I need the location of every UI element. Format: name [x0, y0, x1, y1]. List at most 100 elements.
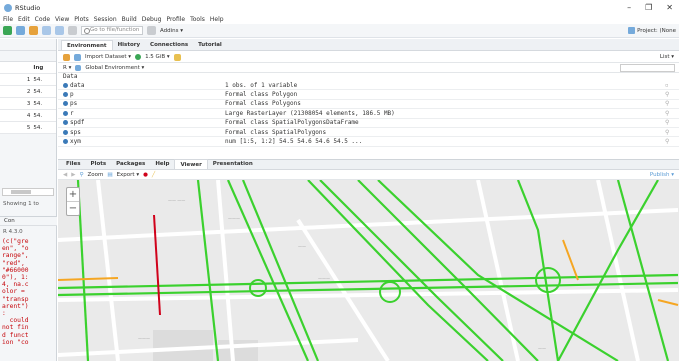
zoom-out-button[interactable]: −: [67, 202, 79, 216]
export-icon: ▤: [107, 171, 113, 178]
viewer-tabs: Files Plots Packages Help Viewer Present…: [58, 159, 679, 170]
broom-icon[interactable]: [173, 53, 181, 61]
environment-table: Data data 1 obs. of 1 variable ▫ p Formal c…: [58, 73, 679, 147]
environment-search-input[interactable]: [620, 63, 675, 72]
menu-view[interactable]: View: [55, 16, 69, 23]
expand-icon[interactable]: [63, 101, 68, 107]
data-header-row: Ing: [0, 62, 56, 74]
tab-presentation[interactable]: Presentation: [208, 159, 258, 169]
project-label: Project: (None: [637, 27, 676, 34]
tab-connections[interactable]: Connections: [145, 40, 193, 50]
search-icon[interactable]: ⚲: [665, 138, 679, 145]
tab-viewer[interactable]: Viewer: [174, 159, 208, 169]
search-icon[interactable]: ⚲: [665, 91, 679, 98]
r-version-label: R 4.3.0: [3, 229, 23, 235]
back-arrow-icon[interactable]: ◀: [63, 172, 67, 178]
tab-tutorial[interactable]: Tutorial: [193, 40, 227, 50]
table-row: 1 54.: [0, 74, 56, 86]
table-row[interactable]: ps Formal class Polygons ⚲: [58, 100, 679, 110]
table-row[interactable]: sps Formal class SpatialPolygons ⚲: [58, 128, 679, 138]
environment-tabs: Environment History Connections Tutorial: [58, 39, 679, 51]
expand-icon[interactable]: [63, 129, 68, 135]
menu-bar: File Edit Code View Plots Session Build …: [0, 15, 679, 24]
menu-help[interactable]: Help: [210, 16, 224, 23]
table-row[interactable]: spdf Formal class SpatialPolygonsDataFram…: [58, 119, 679, 128]
tab-packages[interactable]: Packages: [111, 159, 150, 169]
tab-help[interactable]: Help: [150, 159, 174, 169]
zoom-button[interactable]: Zoom: [88, 172, 104, 178]
goto-file-input[interactable]: Go to file/function: [81, 26, 143, 35]
menu-edit[interactable]: Edit: [18, 16, 30, 23]
window-controls: – ❐ ✕: [627, 3, 679, 12]
list-view-toggle[interactable]: List ▾: [660, 54, 674, 60]
save-all-icon[interactable]: [55, 26, 64, 35]
expand-icon[interactable]: [63, 82, 68, 88]
search-icon[interactable]: ⚲: [665, 110, 679, 117]
save-icon[interactable]: [42, 26, 51, 35]
menu-debug[interactable]: Debug: [142, 16, 162, 23]
environment-toolbar: Import Dataset ▾ 1.5 GiB ▾ List ▾: [58, 52, 679, 63]
maximize-button[interactable]: ❐: [645, 3, 652, 12]
publish-button[interactable]: Publish ▾: [650, 172, 674, 178]
zoom-in-button[interactable]: +: [67, 188, 79, 202]
broom-icon[interactable]: ╱: [152, 172, 155, 178]
column-header[interactable]: Ing: [33, 65, 56, 71]
tab-plots[interactable]: Plots: [86, 159, 112, 169]
menu-session[interactable]: Session: [94, 16, 117, 23]
grid-icon[interactable]: [147, 26, 156, 35]
expand-icon[interactable]: [63, 139, 68, 145]
menu-profile[interactable]: Profile: [166, 16, 185, 23]
view-icon[interactable]: ▫: [665, 82, 679, 89]
menu-file[interactable]: File: [3, 16, 13, 23]
leaflet-map[interactable]: —— —— ——— —— ——— ——— ——: [58, 180, 679, 361]
tab-files[interactable]: Files: [61, 159, 86, 169]
table-row: 3 54.: [0, 98, 56, 110]
minimize-button[interactable]: –: [627, 3, 631, 12]
map-canvas[interactable]: —— —— ——— —— ——— ——— ——: [58, 180, 679, 361]
save-workspace-icon[interactable]: [74, 53, 81, 61]
horizontal-scrollbar[interactable]: [2, 188, 54, 196]
table-row[interactable]: data 1 obs. of 1 variable ▫: [58, 81, 679, 91]
print-icon[interactable]: [68, 26, 77, 35]
tab-history[interactable]: History: [113, 40, 145, 50]
open-file-icon[interactable]: [29, 26, 38, 35]
search-icon[interactable]: ⚲: [665, 100, 679, 107]
menu-plots[interactable]: Plots: [74, 16, 88, 23]
load-workspace-icon[interactable]: [63, 53, 70, 61]
table-row: 4 54.: [0, 110, 56, 122]
project-menu[interactable]: Project: (None: [628, 27, 679, 34]
menu-build[interactable]: Build: [122, 16, 137, 23]
environment-scope-bar: R ▾ Global Environment ▾: [58, 63, 679, 73]
title-bar: RStudio – ❐ ✕: [0, 0, 679, 15]
search-icon[interactable]: ⚲: [665, 119, 679, 126]
scope-select[interactable]: Global Environment ▾: [85, 65, 144, 71]
import-dataset-button[interactable]: Import Dataset ▾: [85, 54, 131, 60]
tab-environment[interactable]: Environment: [61, 40, 113, 50]
export-button[interactable]: Export ▾: [117, 172, 140, 178]
language-select[interactable]: R ▾: [63, 65, 71, 71]
addins-menu[interactable]: Addins ▾: [160, 28, 183, 34]
svg-text:———: ———: [138, 336, 150, 341]
main-toolbar: Go to file/function Addins ▾ Project: (N…: [0, 24, 679, 38]
rstudio-logo-icon: [4, 3, 12, 12]
expand-icon[interactable]: [63, 92, 68, 98]
search-icon[interactable]: ⚲: [665, 129, 679, 136]
clear-icon[interactable]: ●: [143, 172, 148, 178]
new-file-icon[interactable]: [3, 26, 12, 35]
expand-icon[interactable]: [63, 110, 68, 116]
console-tab[interactable]: Con: [0, 216, 57, 226]
expand-icon[interactable]: [63, 120, 68, 126]
memory-usage[interactable]: 1.5 GiB ▾: [145, 54, 170, 60]
table-row[interactable]: p Formal class Polygon ⚲: [58, 90, 679, 100]
source-toolbar: [0, 51, 56, 62]
table-row[interactable]: xym num [1:5, 1:2] 54.5 54.6 54.6 54.5 ..…: [58, 137, 679, 147]
menu-code[interactable]: Code: [35, 16, 50, 23]
table-row[interactable]: r Large RasterLayer (21308054 elements, 1…: [58, 109, 679, 119]
console-output[interactable]: (c("gre en", "o range", "red", "#66000 0…: [2, 238, 56, 346]
forward-arrow-icon[interactable]: ▶: [71, 172, 75, 178]
close-button[interactable]: ✕: [666, 3, 673, 12]
section-header: Data: [63, 73, 78, 80]
new-project-icon[interactable]: [16, 26, 25, 35]
svg-text:——: ——: [298, 244, 306, 249]
menu-tools[interactable]: Tools: [190, 16, 205, 23]
